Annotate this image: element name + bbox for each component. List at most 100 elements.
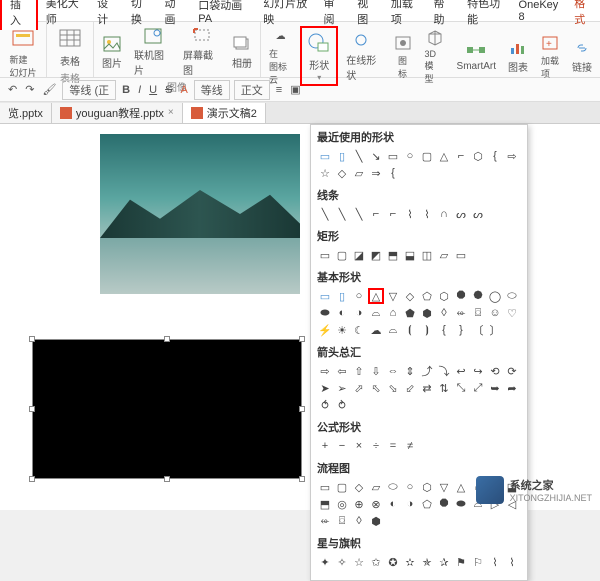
a5-icon[interactable]: ⇔ — [385, 363, 401, 379]
b11-icon[interactable]: ◯ — [487, 288, 503, 304]
line7-icon[interactable]: ⌇ — [419, 206, 435, 222]
shape-curly-icon[interactable]: { — [385, 165, 401, 181]
fill-color-icon[interactable]: ▣ — [288, 82, 302, 97]
b24-icon[interactable]: ♡ — [504, 305, 520, 321]
a19-icon[interactable]: ⇄ — [419, 380, 435, 396]
shape-rounded-icon[interactable]: ▢ — [419, 148, 435, 164]
shape-diamond-icon[interactable]: ◇ — [334, 165, 350, 181]
fc8-icon[interactable]: ▽ — [436, 479, 452, 495]
f1-icon[interactable]: + — [317, 438, 333, 454]
f2-icon[interactable]: − — [334, 438, 350, 454]
line8-icon[interactable]: ∩ — [436, 206, 452, 222]
shape-connector-icon[interactable]: ⌐ — [453, 148, 469, 164]
chart-button[interactable]: 图表 — [504, 36, 532, 76]
a1-icon[interactable]: ⇨ — [317, 363, 333, 379]
line10-icon[interactable]: ᔕ — [470, 206, 486, 222]
new-slide-button[interactable]: 新建幻灯片 — [4, 24, 42, 81]
underline-button[interactable]: U — [147, 83, 159, 97]
b13-icon[interactable]: ⬬ — [317, 305, 333, 321]
s6-icon[interactable]: ✫ — [402, 554, 418, 570]
text-style-selector[interactable]: 正文 — [234, 80, 270, 100]
rect2-icon[interactable]: ▢ — [334, 247, 350, 263]
b29-icon[interactable]: ⌓ — [385, 322, 401, 338]
b32-icon[interactable]: { — [436, 322, 452, 338]
a7-icon[interactable]: ⤴ — [419, 363, 435, 379]
b15-icon[interactable]: ◑ — [351, 305, 367, 321]
a6-icon[interactable]: ⇕ — [402, 363, 418, 379]
fc28-icon[interactable]: ⬢ — [368, 513, 384, 529]
a20-icon[interactable]: ⇅ — [436, 380, 452, 396]
line6-icon[interactable]: ⌇ — [402, 206, 418, 222]
online-pictures-button[interactable]: 联机图片 — [130, 24, 175, 79]
format-painter-icon[interactable]: 🖌 — [40, 82, 58, 97]
a4-icon[interactable]: ⇩ — [368, 363, 384, 379]
s1-icon[interactable]: ✦ — [317, 554, 333, 570]
b25-icon[interactable]: ⚡ — [317, 322, 333, 338]
rect8-icon[interactable]: ▱ — [436, 247, 452, 263]
smartart-button[interactable]: SmartArt — [453, 38, 500, 74]
shape-rarrow-icon[interactable]: ⇒ — [368, 165, 384, 181]
b26-icon[interactable]: ☀ — [334, 322, 350, 338]
shape-para-icon[interactable]: ▱ — [351, 165, 367, 181]
line3-icon[interactable]: ╲ — [351, 206, 367, 222]
b6-icon[interactable]: ◇ — [402, 288, 418, 304]
shape-arrow-line-icon[interactable]: ↘ — [368, 148, 384, 164]
rect3-icon[interactable]: ◪ — [351, 247, 367, 263]
s9-icon[interactable]: ⚑ — [453, 554, 469, 570]
b31-icon[interactable]: ⦘ — [419, 322, 435, 338]
fc4-icon[interactable]: ▱ — [368, 479, 384, 495]
a26-icon[interactable]: ⥁ — [334, 397, 350, 413]
b18-icon[interactable]: ⬟ — [402, 305, 418, 321]
fc25-icon[interactable]: ⬰ — [317, 513, 333, 529]
b33-icon[interactable]: } — [453, 322, 469, 338]
b8-icon[interactable]: ⬡ — [436, 288, 452, 304]
s4-icon[interactable]: ✩ — [368, 554, 384, 570]
fc5-icon[interactable]: ⬭ — [385, 479, 401, 495]
online-shapes-button[interactable]: 在线形状 — [342, 29, 384, 84]
shape-oval-icon[interactable]: ○ — [402, 148, 418, 164]
bold-button[interactable]: B — [120, 83, 132, 97]
shape-rect-icon[interactable]: ▭ — [385, 148, 401, 164]
a12-icon[interactable]: ⟳ — [504, 363, 520, 379]
rect9-icon[interactable]: ▭ — [453, 247, 469, 263]
b22-icon[interactable]: ⌼ — [470, 305, 486, 321]
a21-icon[interactable]: ⤡ — [453, 380, 469, 396]
link-button[interactable]: 链接 — [568, 36, 596, 76]
f5-icon[interactable]: = — [385, 438, 401, 454]
a10-icon[interactable]: ↪ — [470, 363, 486, 379]
b35-icon[interactable]: 〕 — [487, 322, 503, 338]
fc1-icon[interactable]: ▭ — [317, 479, 333, 495]
album-button[interactable]: 相册 — [228, 32, 256, 72]
s7-icon[interactable]: ✯ — [419, 554, 435, 570]
shape-line-icon[interactable]: ╲ — [351, 148, 367, 164]
s2-icon[interactable]: ✧ — [334, 554, 350, 570]
s12-icon[interactable]: ⌇ — [504, 554, 520, 570]
shapes-button[interactable]: 形状▾ — [300, 26, 338, 86]
close-icon[interactable]: × — [168, 107, 174, 118]
f3-icon[interactable]: × — [351, 438, 367, 454]
s5-icon[interactable]: ✪ — [385, 554, 401, 570]
b1-icon[interactable]: ▭ — [317, 288, 333, 304]
rect1-icon[interactable]: ▭ — [317, 247, 333, 263]
shape-triangle-icon[interactable]: △ — [436, 148, 452, 164]
shape-brace-icon[interactable]: { — [487, 148, 503, 164]
fc3-icon[interactable]: ◇ — [351, 479, 367, 495]
s3-icon[interactable]: ☆ — [351, 554, 367, 570]
a9-icon[interactable]: ↩ — [453, 363, 469, 379]
a13-icon[interactable]: ➤ — [317, 380, 333, 396]
table-button[interactable]: 表格 — [51, 24, 89, 70]
fc7-icon[interactable]: ⬡ — [419, 479, 435, 495]
f4-icon[interactable]: ÷ — [368, 438, 384, 454]
icons-button[interactable]: 图标 — [389, 31, 417, 82]
b19-icon[interactable]: ⬢ — [419, 305, 435, 321]
s10-icon[interactable]: ⚐ — [470, 554, 486, 570]
b5-icon[interactable]: ▽ — [385, 288, 401, 304]
fc2-icon[interactable]: ▢ — [334, 479, 350, 495]
shape-hex-icon[interactable]: ⬡ — [470, 148, 486, 164]
shape-star-icon[interactable]: ☆ — [317, 165, 333, 181]
b21-icon[interactable]: ⬰ — [453, 305, 469, 321]
undo-icon[interactable]: ↶ — [6, 82, 19, 97]
rect5-icon[interactable]: ⬒ — [385, 247, 401, 263]
font-selector[interactable]: 等线 (正 — [62, 80, 116, 100]
b23-icon[interactable]: ☺ — [487, 305, 503, 321]
